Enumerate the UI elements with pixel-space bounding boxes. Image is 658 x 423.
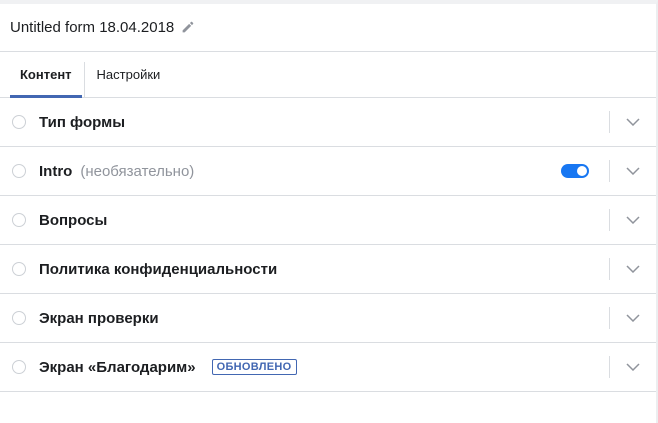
section-title: Тип формы (39, 113, 126, 131)
tab-content[interactable]: Контент (10, 52, 82, 98)
intro-toggle[interactable] (561, 164, 589, 178)
section-status-radio (12, 115, 26, 129)
form-header: Untitled form 18.04.2018 (0, 4, 656, 52)
section-form-type[interactable]: Тип формы (0, 98, 656, 147)
section-title: Вопросы (39, 211, 108, 229)
section-status-radio (12, 311, 26, 325)
tab-content-label: Контент (20, 67, 72, 82)
tab-settings[interactable]: Настройки (87, 52, 171, 97)
section-title: Экран «Благодарим» (39, 358, 196, 376)
form-editor-panel: Untitled form 18.04.2018 Контент Настрой… (0, 0, 658, 423)
section-title: Экран проверки (39, 309, 159, 327)
section-intro[interactable]: Intro (необязательно) (0, 147, 656, 196)
section-title: Intro (39, 162, 73, 180)
chevron-down-icon[interactable] (610, 343, 656, 392)
section-status-radio (12, 360, 26, 374)
section-questions[interactable]: Вопросы (0, 196, 656, 245)
chevron-down-icon[interactable] (610, 196, 656, 245)
tab-bar: Контент Настройки (0, 52, 656, 98)
chevron-down-icon[interactable] (610, 147, 656, 196)
section-status-radio (12, 262, 26, 276)
section-title: Политика конфиденциальности (39, 260, 278, 278)
toggle-knob (577, 166, 587, 176)
chevron-down-icon[interactable] (610, 294, 656, 343)
tab-separator (83, 62, 85, 97)
section-status-radio (12, 164, 26, 178)
section-status-radio (12, 213, 26, 227)
section-privacy-policy[interactable]: Политика конфиденциальности (0, 245, 656, 294)
chevron-down-icon[interactable] (610, 245, 656, 294)
updated-badge: ОБНОВЛЕНО (211, 359, 297, 375)
form-title: Untitled form 18.04.2018 (10, 19, 175, 36)
chevron-down-icon[interactable] (610, 98, 656, 147)
pencil-icon[interactable] (180, 21, 194, 35)
section-review-screen[interactable]: Экран проверки (0, 294, 656, 343)
tab-settings-label: Настройки (96, 67, 161, 82)
optional-label: (необязательно) (80, 162, 195, 180)
section-thank-you-screen[interactable]: Экран «Благодарим» ОБНОВЛЕНО (0, 343, 656, 392)
